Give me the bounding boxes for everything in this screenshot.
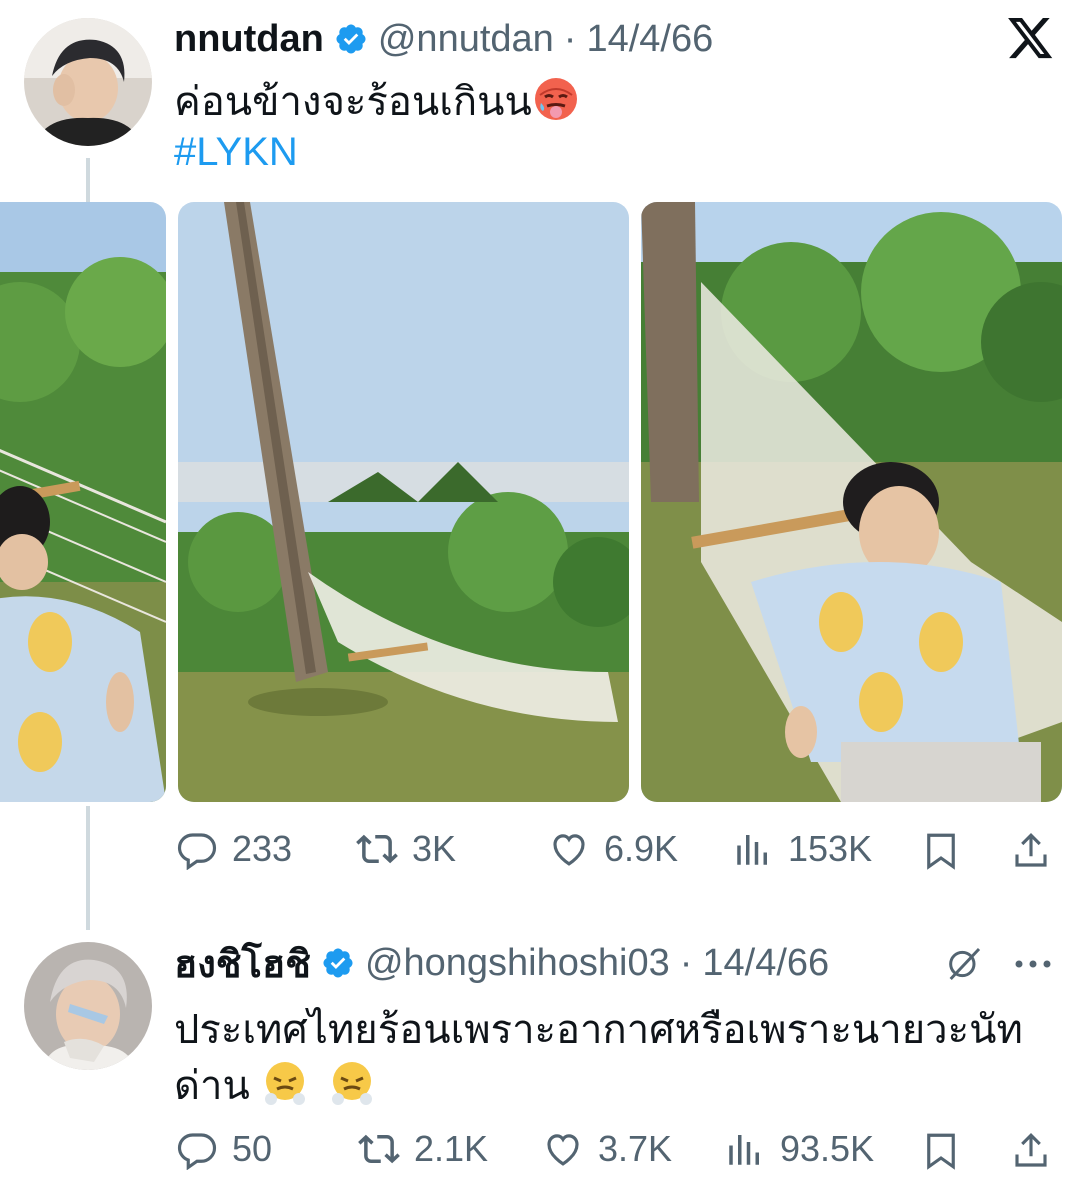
share-icon[interactable] [1010,1130,1052,1172]
tweet-text: ประเทศไทยร้อนเพราะอากาศหรือเพราะนายวะนัท… [174,1002,1023,1114]
reply-count: 50 [232,1128,273,1169]
share-icon[interactable] [1010,830,1052,872]
display-name[interactable]: ฮงชิโฮชิ [174,933,311,994]
like-icon [547,1134,579,1166]
reply-icon [177,1133,217,1170]
like-button[interactable]: 3.7K [542,1128,672,1170]
grok-icon[interactable] [944,944,984,984]
reply-icon [177,833,217,870]
retweet-button[interactable]: 2.1K [358,1128,488,1170]
tweet-header: ฮงชิโฮชิ @hongshihoshi03 · 14/4/66 [174,938,829,988]
handle[interactable]: @hongshihoshi03 [365,942,670,985]
avatar[interactable] [24,18,152,146]
avatar[interactable] [24,942,152,1070]
like-icon [553,834,585,866]
tweet-body-line-1: ประเทศไทยร้อนเพราะอากาศหรือเพราะนายวะนัท [174,1008,1023,1052]
separator-dot: · [679,941,693,984]
more-icon[interactable] [1012,946,1054,982]
views-button[interactable]: 93.5K [724,1128,874,1170]
views-icon [737,835,767,865]
retweet-button[interactable]: 3K [356,828,456,870]
verified-badge-icon [336,24,366,54]
tweet-body: ค่อนข้างจะร้อนเกินน [174,80,532,124]
like-count: 6.9K [604,828,679,869]
face-with-steam-from-nose-icon [332,1062,373,1105]
hot-face-icon [534,78,577,120]
display-name[interactable]: nnutdan [174,18,324,61]
x-logo-icon[interactable] [1008,18,1054,60]
tweet-text: ค่อนข้างจะร้อนเกินน [174,74,580,130]
tweet-date[interactable]: 14/4/66 [702,942,829,985]
like-count: 3.7K [598,1128,673,1169]
reply-count: 233 [232,828,293,869]
views-count: 93.5K [780,1128,875,1169]
retweet-icon [356,834,398,864]
verified-badge-icon [323,948,353,978]
tweet-body-line-2-row: ด่าน [174,1058,1023,1114]
retweet-icon [358,1134,400,1164]
bookmark-icon[interactable] [920,1130,962,1172]
views-icon [729,1135,759,1165]
tweet-photo-2[interactable] [178,202,629,802]
handle[interactable]: @nnutdan [378,18,554,61]
separator-dot: · [563,17,577,60]
thread-connector-top [86,158,90,202]
face-with-steam-from-nose-icon [264,1062,305,1105]
retweet-count: 3K [412,828,457,869]
tweet-photo-1[interactable] [0,202,166,802]
bookmark-icon[interactable] [920,830,962,872]
hashtag-link[interactable]: #LYKN [174,130,298,175]
reply-button[interactable]: 233 [176,828,292,870]
thread-connector-bottom [86,806,90,930]
like-button[interactable]: 6.9K [548,828,678,870]
retweet-count: 2.1K [414,1128,489,1169]
tweet-header: nnutdan @nnutdan · 14/4/66 [174,14,713,64]
views-count: 153K [788,828,873,869]
tweet-date[interactable]: 14/4/66 [586,18,713,61]
tweet-photo-3[interactable] [641,202,1062,802]
views-button[interactable]: 153K [732,828,872,870]
tweet-body-line-2: ด่าน [174,1064,250,1108]
reply-button[interactable]: 50 [176,1128,272,1170]
